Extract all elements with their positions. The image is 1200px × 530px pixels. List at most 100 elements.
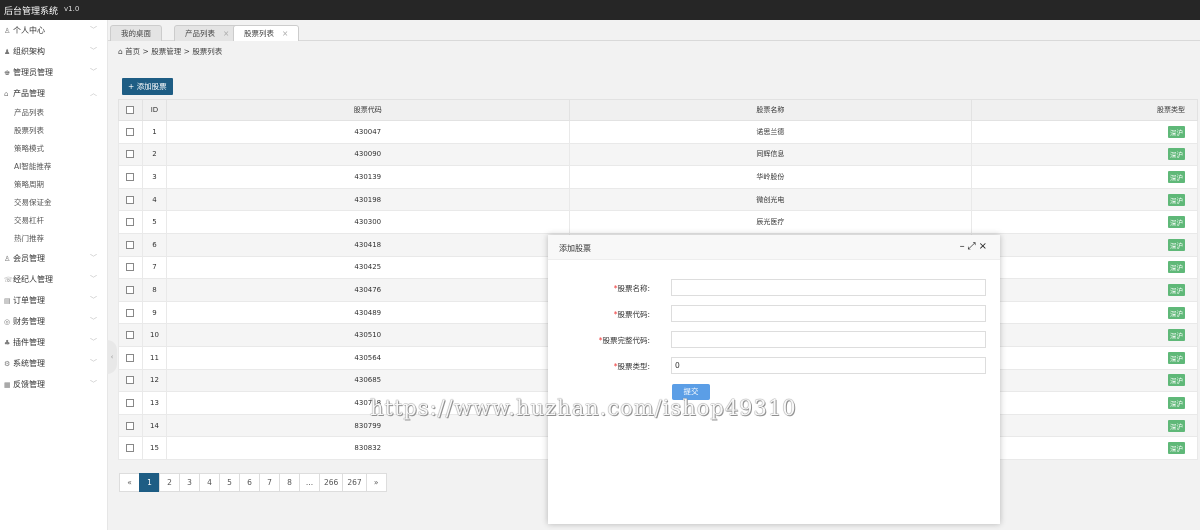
sidebar-menu-label: 管理员管理 bbox=[13, 68, 53, 77]
pagination-page-button[interactable]: 5 bbox=[219, 473, 240, 492]
form-input[interactable] bbox=[671, 305, 986, 322]
system-icon: ⚙ bbox=[4, 360, 11, 368]
sidebar-menu-item[interactable]: ☏经纪人管理 ﹀ bbox=[0, 269, 107, 290]
pagination-page-button[interactable]: 3 bbox=[179, 473, 200, 492]
row-checkbox-cell[interactable] bbox=[118, 142, 143, 167]
row-checkbox[interactable] bbox=[126, 398, 135, 407]
form-input[interactable] bbox=[671, 331, 986, 348]
row-checkbox-cell[interactable] bbox=[118, 368, 143, 393]
row-checkbox-cell[interactable] bbox=[118, 413, 143, 438]
pagination-page-button[interactable]: 6 bbox=[239, 473, 260, 492]
breadcrumb: ⌂ 首页 > 股票管理 > 股票列表 bbox=[118, 46, 222, 57]
tab-close-icon[interactable]: × bbox=[223, 29, 229, 38]
row-checkbox[interactable] bbox=[126, 195, 135, 204]
tab-item[interactable]: 产品列表 × bbox=[174, 25, 241, 41]
sidebar-menu-item[interactable]: ▤ 订单管理 ﹀ bbox=[0, 290, 107, 311]
sidebar-submenu-item[interactable]: AI智能推荐 bbox=[0, 158, 107, 176]
pagination-next-button[interactable]: » bbox=[365, 473, 387, 492]
pagination-page-button[interactable]: 7 bbox=[259, 473, 280, 492]
sidebar-menu-item[interactable]: ▦ 反馈管理 ﹀ bbox=[0, 374, 107, 395]
table-row: 1 430047 诺思兰德 深沪 bbox=[118, 120, 1198, 144]
pagination-page-button[interactable]: 8 bbox=[279, 473, 300, 492]
select-all-checkbox-cell[interactable] bbox=[118, 99, 143, 121]
row-checkbox[interactable] bbox=[126, 308, 135, 317]
row-checkbox[interactable] bbox=[126, 172, 135, 181]
pagination-page-button[interactable]: 267 bbox=[342, 473, 367, 492]
pagination-prev-button[interactable]: « bbox=[119, 473, 140, 492]
minimize-icon[interactable]: – bbox=[960, 241, 968, 252]
add-stock-button[interactable]: + 添加股票 bbox=[122, 78, 173, 95]
cell-name: 辰光医疗 bbox=[568, 210, 973, 234]
breadcrumb-separator: > bbox=[183, 47, 190, 56]
tab-close-icon[interactable]: × bbox=[282, 29, 288, 38]
select-all-checkbox[interactable] bbox=[126, 106, 135, 114]
row-checkbox-cell[interactable] bbox=[118, 300, 143, 325]
breadcrumb-home[interactable]: 首页 bbox=[125, 47, 140, 56]
sidebar-collapse-button[interactable]: ‹ bbox=[107, 340, 117, 374]
row-checkbox[interactable] bbox=[126, 150, 135, 159]
row-checkbox-cell[interactable] bbox=[118, 232, 143, 257]
sidebar-submenu-item[interactable]: 热门推荐 bbox=[0, 230, 107, 248]
type-badge: 深沪 bbox=[1168, 261, 1185, 274]
table-row: 5 430300 辰光医疗 深沪 bbox=[118, 210, 1198, 234]
row-checkbox[interactable] bbox=[126, 331, 135, 340]
form-input[interactable] bbox=[671, 279, 986, 296]
pagination-page-button[interactable]: 1 bbox=[139, 473, 160, 492]
sidebar-menu-item[interactable]: ⚙ 系统管理 ﹀ bbox=[0, 353, 107, 374]
row-checkbox-cell[interactable] bbox=[118, 165, 143, 189]
sidebar-submenu-item[interactable]: 策略模式 bbox=[0, 140, 107, 158]
row-checkbox[interactable] bbox=[126, 263, 135, 272]
cell-type: 深沪 bbox=[971, 278, 1198, 302]
row-checkbox[interactable] bbox=[126, 376, 135, 385]
sidebar-menu-item[interactable]: ◎ 财务管理 ﹀ bbox=[0, 311, 107, 332]
row-checkbox-cell[interactable] bbox=[118, 436, 143, 460]
row-checkbox-cell[interactable] bbox=[118, 255, 143, 280]
sidebar-menu-item[interactable]: ♣ 插件管理 ﹀ bbox=[0, 332, 107, 353]
plugin-icon: ♣ bbox=[4, 339, 11, 347]
pagination-page-button[interactable]: 266 bbox=[319, 473, 344, 492]
row-checkbox-cell[interactable] bbox=[118, 345, 143, 370]
cell-code: 430418 bbox=[165, 232, 570, 257]
pagination-page-button[interactable]: 2 bbox=[159, 473, 180, 492]
row-checkbox[interactable] bbox=[126, 421, 135, 430]
tab-item[interactable]: 我的桌面 bbox=[110, 25, 162, 41]
row-checkbox-cell[interactable] bbox=[118, 120, 143, 144]
row-checkbox-cell[interactable] bbox=[118, 187, 143, 212]
tab-item[interactable]: 股票列表 × bbox=[233, 25, 300, 41]
cell-type: 深沪 bbox=[971, 300, 1198, 325]
breadcrumb-separator: > bbox=[142, 47, 149, 56]
sidebar-menu-item[interactable]: ♟ 组织架构 ﹀ bbox=[0, 41, 107, 62]
row-checkbox[interactable] bbox=[126, 240, 135, 249]
user-icon: ♙ bbox=[4, 27, 11, 35]
sidebar-menu-item[interactable]: ⌂ 产品管理 ︿ bbox=[0, 83, 107, 104]
pagination-page-button[interactable]: 4 bbox=[199, 473, 220, 492]
sidebar-submenu-item[interactable]: 策略周期 bbox=[0, 176, 107, 194]
maximize-icon[interactable]: ⤢ bbox=[968, 241, 979, 252]
row-checkbox[interactable] bbox=[126, 353, 135, 362]
row-checkbox[interactable] bbox=[126, 444, 135, 453]
row-checkbox-cell[interactable] bbox=[118, 278, 143, 302]
row-checkbox-cell[interactable] bbox=[118, 323, 143, 347]
column-header-type: 股票类型 bbox=[971, 99, 1198, 121]
column-header-code: 股票代码 bbox=[165, 99, 570, 121]
cell-name: 诺思兰德 bbox=[568, 120, 973, 144]
pagination-page-button[interactable]: ... bbox=[299, 473, 320, 492]
breadcrumb-level1[interactable]: 股票管理 bbox=[151, 47, 181, 56]
sidebar-menu-item[interactable]: ♚ 管理员管理 ﹀ bbox=[0, 62, 107, 83]
row-checkbox[interactable] bbox=[126, 127, 135, 136]
form-input[interactable] bbox=[671, 357, 986, 374]
row-checkbox-cell[interactable] bbox=[118, 210, 143, 234]
sidebar-submenu-item[interactable]: 交易杠杆 bbox=[0, 212, 107, 230]
home-icon[interactable]: ⌂ bbox=[118, 47, 123, 56]
sidebar-submenu-item[interactable]: 交易保证金 bbox=[0, 194, 107, 212]
row-checkbox[interactable] bbox=[126, 285, 135, 294]
sidebar-submenu-item[interactable]: 产品列表 bbox=[0, 104, 107, 122]
sidebar-submenu-item[interactable]: 股票列表 bbox=[0, 122, 107, 140]
row-checkbox-cell[interactable] bbox=[118, 391, 143, 415]
sidebar-menu-item[interactable]: ♙ 会员管理 ﹀ bbox=[0, 248, 107, 269]
row-checkbox[interactable] bbox=[126, 218, 135, 227]
cell-id: 8 bbox=[141, 278, 167, 302]
form-label: *股票代码: bbox=[614, 309, 650, 320]
sidebar-menu-item[interactable]: ♙ 个人中心 ﹀ bbox=[0, 20, 107, 41]
close-icon[interactable]: × bbox=[979, 241, 990, 252]
